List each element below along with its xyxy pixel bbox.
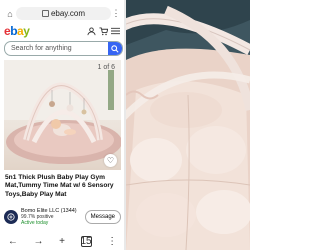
browser-url-bar: ⌂ ebay.com ⋮ [4,6,121,21]
heart-icon[interactable]: ♡ [104,154,117,167]
search-icon [111,44,119,53]
forward-icon[interactable]: → [33,236,43,247]
image-counter: 1 of 6 [97,64,115,71]
closeup-photo [126,0,250,250]
listing-title: 5n1 Thick Plush Baby Play Gym Mat,Tummy … [5,174,114,198]
seller-logo-icon [7,213,15,221]
search-bar[interactable]: Search for anything [4,41,123,56]
home-icon[interactable]: ⌂ [4,9,16,19]
listing-image[interactable]: 1 of 6 ♡ [4,60,121,170]
user-icon[interactable] [85,26,97,37]
ebay-screenshot: ⌂ ebay.com ⋮ ebay Search for anything 1 … [0,0,125,250]
browser-menu-icon[interactable]: ⋮ [111,8,121,19]
seller-avatar[interactable] [4,210,18,224]
seller-status: Active today [21,220,49,226]
back-icon[interactable]: ← [8,236,18,247]
browser-bottom-bar: ← → + 15 ⋮ [0,232,125,250]
search-button[interactable] [108,42,122,55]
lock-icon [41,10,49,17]
seller-card[interactable]: Bomo Elite LLC (1344) 99.7% positive Act… [4,208,121,226]
ebay-header: ebay [4,24,121,38]
address-field[interactable]: ebay.com [16,7,111,20]
seller-info: Bomo Elite LLC (1344) 99.7% positive Act… [21,208,85,226]
overflow-icon[interactable]: ⋮ [107,236,117,247]
menu-icon[interactable] [109,26,121,37]
cart-icon[interactable] [97,26,109,37]
search-input[interactable]: Search for anything [5,45,108,52]
tabs-button[interactable]: 15 [80,235,92,247]
ebay-logo[interactable]: ebay [4,24,30,38]
message-button[interactable]: Message [84,210,121,224]
url-text: ebay.com [50,9,86,18]
mat-closeup-image [126,0,250,250]
new-tab-icon[interactable]: + [59,236,65,247]
play-gym-photo [4,60,121,164]
